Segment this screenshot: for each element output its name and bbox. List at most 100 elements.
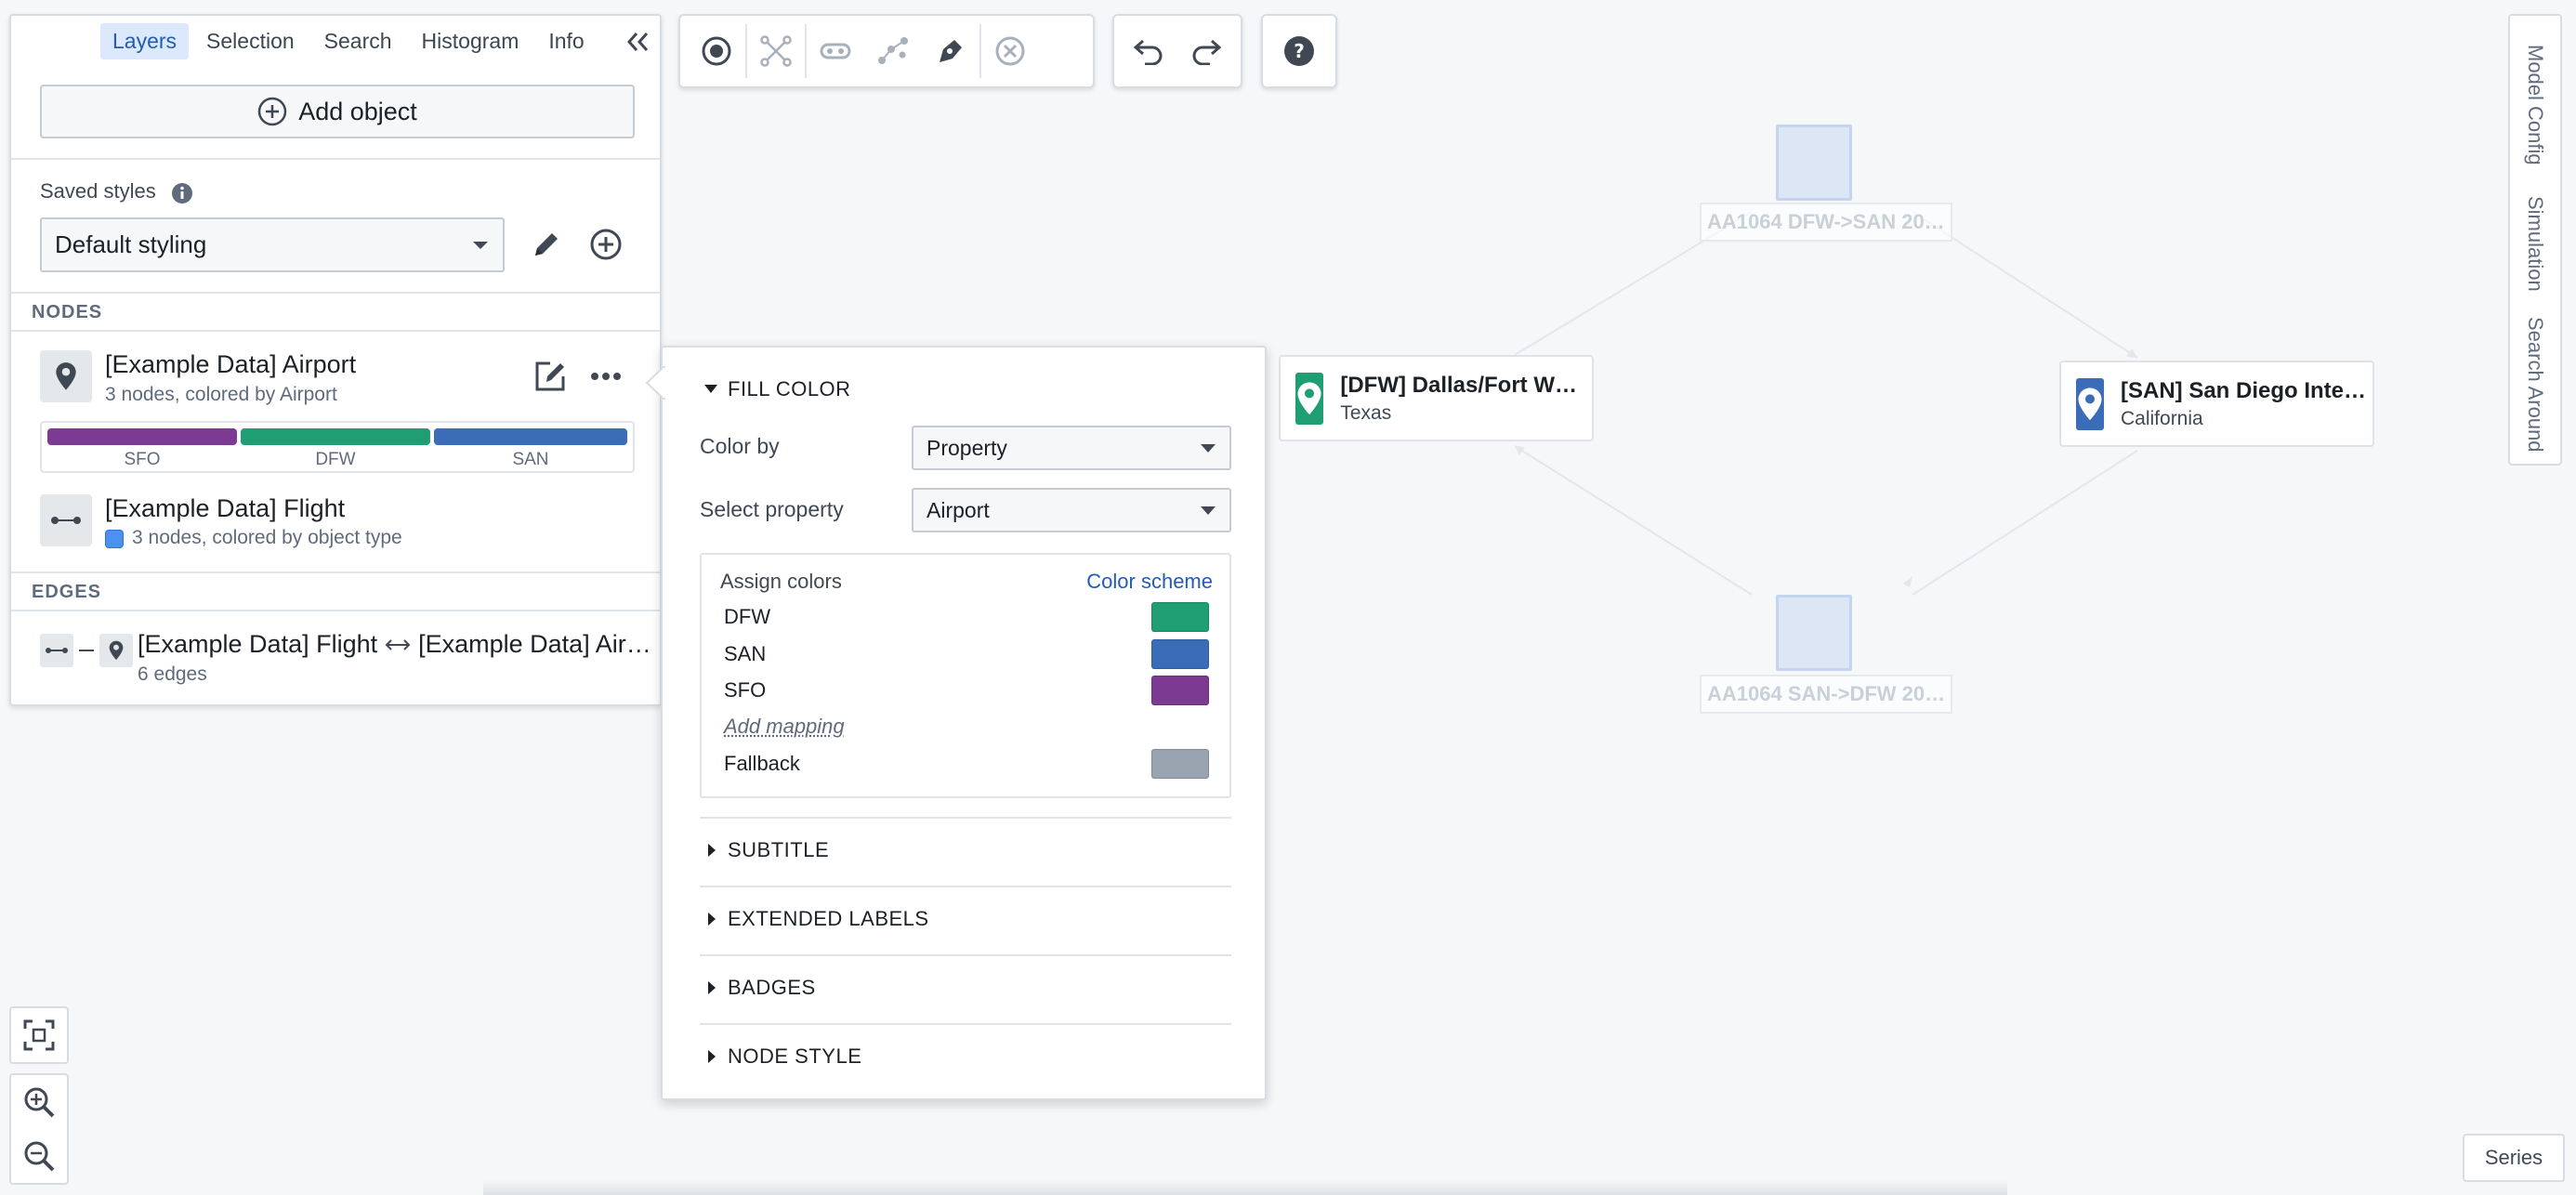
saved-styles-select[interactable]: Default styling (40, 217, 505, 272)
graph-node-dfw[interactable]: [DFW] Dallas/Fort W… Texas (1279, 355, 1594, 441)
flight-layer-icon (40, 494, 92, 546)
edge-title-left: [Example Data] Flight (138, 630, 378, 658)
saved-styles-label: Saved styles (40, 179, 156, 203)
select-property-value: Airport (927, 497, 990, 522)
tab-info[interactable]: Info (536, 23, 596, 59)
zoom-in-icon (24, 1087, 55, 1118)
graph-node-san[interactable]: [SAN] San Diego Inte… California (2059, 361, 2374, 447)
right-side-tabs: Model Config Simulation Search Around (2508, 14, 2562, 466)
color-by-label: Color by (700, 434, 780, 458)
link-tool-button[interactable] (807, 22, 864, 80)
airport-pin-icon (1295, 372, 1324, 425)
edit-style-button[interactable] (530, 228, 563, 261)
tab-selection[interactable]: Selection (194, 23, 307, 59)
annotate-tool-button[interactable] (922, 22, 979, 80)
target-icon (702, 36, 731, 66)
bidirectional-arrow-icon (385, 638, 411, 650)
flight-node-top[interactable] (1776, 125, 1852, 201)
edge-layer-icons (40, 634, 133, 667)
legend-label-sfo: SFO (124, 450, 160, 469)
node-style-section-toggle[interactable]: NODE STYLE (707, 1044, 861, 1069)
pen-icon (940, 40, 962, 62)
flight-link-icon (51, 517, 81, 524)
svg-text:?: ? (1294, 40, 1305, 62)
zoom-out-button[interactable] (11, 1129, 67, 1183)
color-scheme-link[interactable]: Color scheme (1086, 570, 1213, 594)
info-icon[interactable] (171, 182, 193, 204)
help-button[interactable]: ? (1270, 22, 1328, 80)
layer-more-button[interactable] (589, 367, 623, 386)
path-tool-button[interactable] (864, 22, 922, 80)
fill-color-toggle[interactable]: FILL COLOR (703, 377, 851, 401)
caret-down-icon (473, 241, 488, 249)
fill-color-heading: FILL COLOR (728, 377, 851, 401)
series-button[interactable]: Series (2463, 1134, 2565, 1182)
nodes-heading: NODES (32, 302, 103, 322)
layout-tool-button[interactable] (747, 22, 805, 80)
remove-tool-button[interactable] (981, 22, 1039, 80)
airport-layer-icon (40, 350, 92, 402)
add-circle-icon (590, 229, 622, 260)
fit-view-control (9, 1006, 69, 1064)
subtitle-section-toggle[interactable]: SUBTITLE (707, 838, 829, 862)
flight-layer-title[interactable]: [Example Data] Flight (105, 494, 345, 523)
mapping-swatch-dfw[interactable] (1151, 602, 1209, 632)
caret-right-icon (708, 1050, 716, 1063)
bottom-drawer-handle[interactable] (483, 1180, 2007, 1195)
node-title: [SAN] San Diego Inte… (2121, 377, 2367, 403)
edge-layer-title[interactable]: [Example Data] Flight [Example Data] Air… (138, 630, 651, 659)
tab-search-around[interactable]: Search Around (2510, 311, 2560, 458)
select-tool-button[interactable] (688, 22, 745, 80)
caret-right-icon (708, 981, 716, 994)
color-by-select[interactable]: Property (912, 426, 1231, 470)
fit-view-button[interactable] (11, 1008, 67, 1062)
fill-color-popover: FILL COLOR Color by Property Select prop… (645, 346, 1267, 1100)
add-object-button[interactable]: Add object (40, 85, 635, 138)
extended-labels-section-toggle[interactable]: EXTENDED LABELS (707, 907, 929, 931)
help-toolbar: ? (1261, 14, 1337, 88)
legend-label-dfw: DFW (315, 450, 355, 469)
mapping-key-san: SAN (724, 642, 767, 665)
redo-button[interactable] (1177, 22, 1235, 80)
mapping-swatch-san[interactable] (1151, 639, 1209, 669)
edge-layer-subtitle: 6 edges (138, 663, 207, 685)
legend-bar-san (433, 428, 627, 445)
redo-icon (1192, 39, 1222, 65)
subtitle-section-label: SUBTITLE (728, 838, 830, 861)
edges-heading: EDGES (32, 582, 102, 602)
undo-button[interactable] (1120, 22, 1177, 80)
airport-layer-title[interactable]: [Example Data] Airport (105, 350, 356, 379)
tab-layers[interactable]: Layers (100, 22, 190, 59)
tab-model-config[interactable]: Model Config (2510, 31, 2560, 179)
pencil-icon (535, 233, 558, 256)
flight-color-dot (105, 530, 124, 548)
node-style-section-label: NODE STYLE (728, 1044, 862, 1068)
caret-right-icon (708, 913, 716, 926)
node-subtitle: Texas (1340, 401, 1392, 424)
mapping-swatch-sfo[interactable] (1151, 676, 1209, 705)
zoom-out-icon (24, 1141, 55, 1172)
tab-histogram[interactable]: Histogram (410, 23, 532, 59)
flight-node-top-label: AA1064 DFW->SAN 20… (1700, 203, 1952, 242)
select-property-label: Select property (700, 497, 844, 521)
tab-search[interactable]: Search (312, 23, 404, 59)
badges-section-toggle[interactable]: BADGES (707, 976, 816, 1000)
saved-styles-value: Default styling (55, 230, 207, 258)
edit-layer-button[interactable] (533, 360, 567, 393)
airport-layer-subtitle: 3 nodes, colored by Airport (105, 384, 337, 405)
fallback-swatch[interactable] (1151, 749, 1209, 779)
legend-bars: SFO DFW SAN (47, 428, 627, 469)
collapse-panel-button[interactable] (621, 25, 654, 59)
add-mapping-link[interactable]: Add mapping (724, 715, 845, 739)
flight-node-bottom[interactable] (1776, 595, 1852, 671)
select-property-select[interactable]: Airport (912, 488, 1231, 532)
node-subtitle: California (2121, 407, 2203, 429)
caret-down-icon (1201, 443, 1216, 453)
tab-simulation[interactable]: Simulation (2510, 181, 2560, 306)
add-style-button[interactable] (589, 228, 623, 261)
undo-icon (1133, 39, 1163, 65)
map-marker-icon (56, 362, 76, 390)
zoom-controls (9, 1073, 69, 1185)
zoom-in-button[interactable] (11, 1075, 67, 1129)
badges-section-label: BADGES (728, 976, 816, 999)
